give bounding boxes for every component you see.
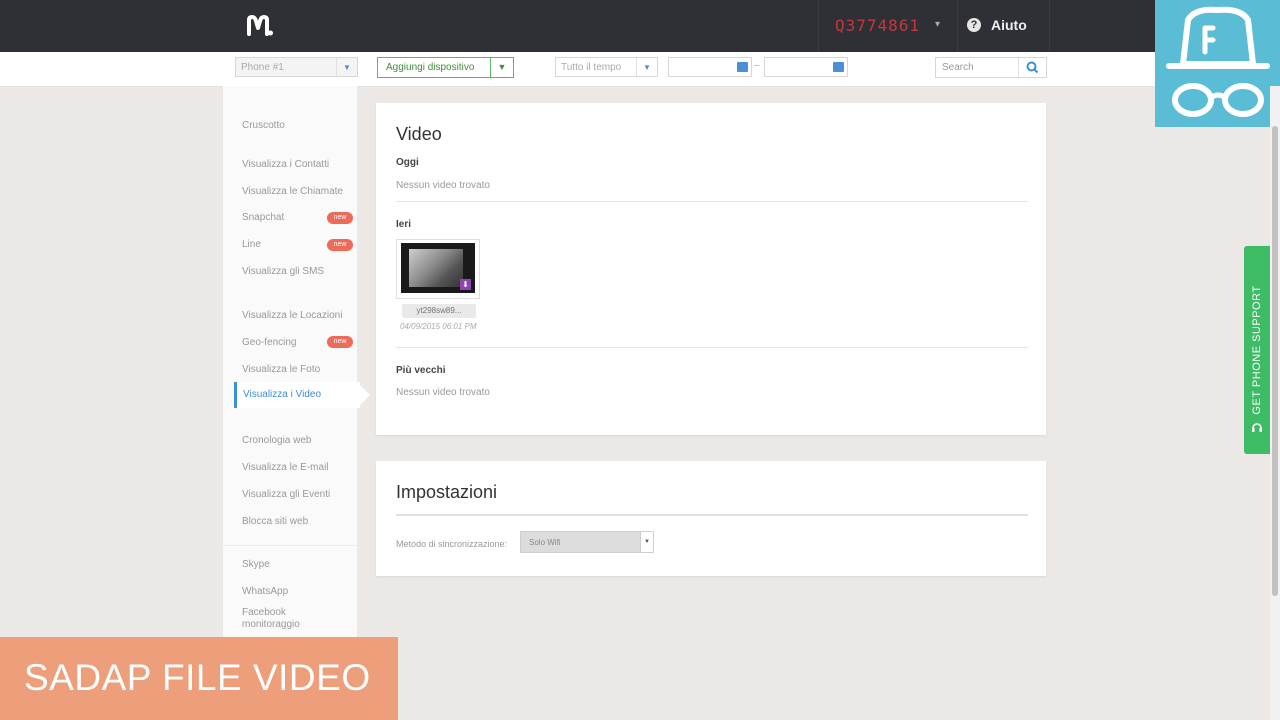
- new-badge: new: [327, 239, 353, 251]
- search-placeholder: Search: [942, 62, 974, 73]
- sidebar-item-contacts[interactable]: Visualizza i Contatti: [242, 159, 329, 170]
- phone-support-label: GET PHONE SUPPORT: [1251, 285, 1263, 415]
- filter-toolbar: Phone #1 ▼ Aggiungi dispositivo ▼ Tutto …: [0, 52, 1280, 87]
- sidebar-item-snapchat[interactable]: Snapchat: [242, 212, 284, 223]
- sidebar-item-label: Visualizza i Video: [243, 389, 322, 400]
- mspy-logo[interactable]: [247, 14, 273, 38]
- video-date: 04/09/2015 06:01 PM: [400, 322, 477, 331]
- top-navigation-bar: Q3774861 ▾ ? Aiuto: [0, 0, 1280, 52]
- video-filename[interactable]: yt298sw89...: [402, 304, 476, 318]
- sync-method-value: Solo Wifi: [529, 538, 561, 547]
- spy-logo: [1155, 0, 1280, 127]
- sidebar-item-line[interactable]: Line: [242, 239, 261, 250]
- divider: [396, 514, 1028, 516]
- chevron-down-icon[interactable]: ▼: [490, 58, 513, 77]
- spy-hat-glasses-icon: [1166, 6, 1270, 117]
- today-heading: Oggi: [396, 157, 419, 168]
- settings-panel-title: Impostazioni: [396, 482, 498, 502]
- sync-method-select[interactable]: Solo Wifi ▼: [520, 531, 654, 553]
- sidebar-item-emails[interactable]: Visualizza le E-mail: [242, 462, 329, 473]
- caption-text: SADAP FILE VIDEO: [24, 657, 371, 698]
- calendar-icon[interactable]: [737, 62, 748, 72]
- search-button[interactable]: [1018, 58, 1046, 77]
- sidebar-item-calls[interactable]: Visualizza le Chiamate: [242, 186, 343, 197]
- caption-banner: SADAP FILE VIDEO: [0, 637, 398, 720]
- scrollbar-thumb[interactable]: [1272, 126, 1278, 596]
- account-menu[interactable]: Q3774861 ▾: [818, 0, 958, 52]
- device-select-value: Phone #1: [241, 62, 284, 73]
- divider: [396, 201, 1028, 202]
- divider: [396, 347, 1028, 348]
- sidebar-item-videos[interactable]: Visualizza i Video: [234, 382, 370, 408]
- sidebar-item-geofencing[interactable]: Geo-fencing: [242, 337, 296, 348]
- sidebar-item-whatsapp[interactable]: WhatsApp: [242, 586, 288, 597]
- video-frame: [409, 249, 463, 287]
- sync-method-label: Metodo di sincronizzazione:: [396, 539, 508, 549]
- video-thumbnail[interactable]: ⬇: [396, 239, 480, 299]
- chevron-down-icon: ▼: [336, 58, 357, 76]
- date-from-input[interactable]: [668, 57, 752, 77]
- video-panel: Video Oggi Nessun video trovato Ieri ⬇ y…: [376, 103, 1046, 435]
- sidebar-item-photos[interactable]: Visualizza le Foto: [242, 364, 320, 375]
- new-badge: new: [327, 336, 353, 348]
- sidebar-item-sms[interactable]: Visualizza gli SMS: [242, 266, 324, 277]
- new-badge: new: [327, 212, 353, 224]
- search-icon: [1026, 61, 1039, 74]
- sidebar-item-facebook[interactable]: Facebook monitoraggio: [242, 607, 332, 631]
- sidebar-item-dashboard[interactable]: Cruscotto: [242, 120, 285, 131]
- add-device-label: Aggiungi dispositivo: [386, 62, 475, 73]
- add-device-button[interactable]: Aggiungi dispositivo ▼: [377, 57, 514, 78]
- search-input[interactable]: Search: [935, 57, 1047, 78]
- chevron-down-icon: ▾: [935, 19, 941, 30]
- sidebar-item-skype[interactable]: Skype: [242, 559, 270, 570]
- chevron-down-icon: ▼: [640, 532, 653, 552]
- sidebar-item-web-history[interactable]: Cronologia web: [242, 435, 312, 446]
- older-empty-message: Nessun video trovato: [396, 387, 490, 398]
- date-to-input[interactable]: [764, 57, 848, 77]
- settings-panel: Impostazioni Metodo di sincronizzazione:…: [376, 461, 1046, 576]
- account-id: Q3774861: [835, 16, 921, 35]
- today-empty-message: Nessun video trovato: [396, 180, 490, 191]
- sidebar-item-events[interactable]: Visualizza gli Eventi: [242, 489, 330, 500]
- download-icon[interactable]: ⬇: [460, 279, 471, 290]
- yesterday-heading: Ieri: [396, 219, 412, 230]
- older-heading: Più vecchi: [396, 365, 446, 376]
- phone-support-tab[interactable]: GET PHONE SUPPORT: [1244, 246, 1270, 454]
- video-panel-title: Video: [396, 124, 442, 144]
- question-icon: ?: [967, 18, 981, 32]
- time-range-value: Tutto il tempo: [561, 62, 622, 73]
- help-button[interactable]: ? Aiuto: [957, 0, 1050, 52]
- calendar-icon[interactable]: [833, 62, 844, 72]
- sidebar: Cruscotto Visualizza i Contatti Visualiz…: [223, 86, 370, 640]
- headset-icon: [1252, 423, 1262, 432]
- page-scrollbar[interactable]: [1270, 86, 1280, 720]
- sidebar-item-block-sites[interactable]: Blocca siti web: [242, 516, 308, 527]
- time-range-select[interactable]: Tutto il tempo ▼: [555, 57, 658, 77]
- chevron-down-icon: ▼: [636, 58, 657, 76]
- help-label: Aiuto: [991, 17, 1027, 33]
- sidebar-item-locations[interactable]: Visualizza le Locazioni: [242, 310, 342, 321]
- video-preview: ⬇: [401, 243, 475, 293]
- date-separator: –: [754, 60, 760, 71]
- device-select[interactable]: Phone #1 ▼: [235, 57, 358, 77]
